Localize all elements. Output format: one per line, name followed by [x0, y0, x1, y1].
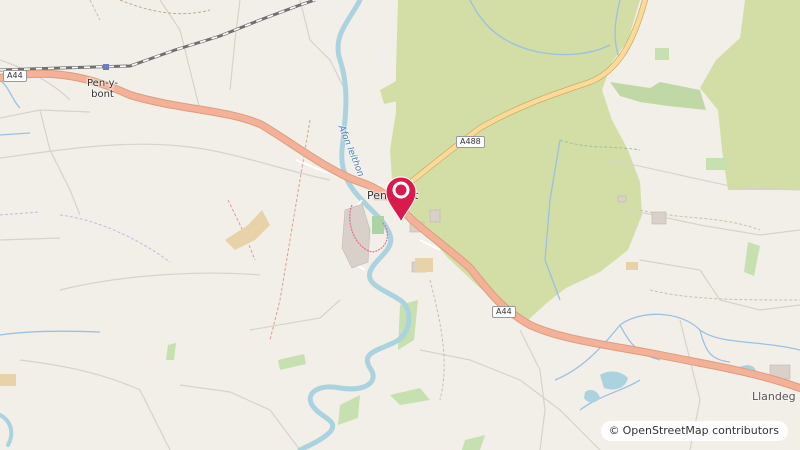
lake	[584, 390, 600, 403]
attribution-text[interactable]: OpenStreetMap contributors	[623, 424, 779, 437]
map-canvas[interactable]: Pen-y- bont Penybont Llandeg A44 A488 A4…	[0, 0, 800, 450]
place-label-line: bont	[91, 89, 114, 100]
field-patch	[338, 395, 360, 425]
forest-area	[380, 80, 402, 104]
location-pin-icon[interactable]	[383, 175, 419, 223]
field-patch	[462, 435, 485, 450]
field-patch	[744, 242, 760, 276]
station-icon	[103, 64, 109, 70]
road-shield-a44-east: A44	[492, 306, 516, 318]
field-patch	[706, 158, 728, 170]
railway	[0, 0, 316, 72]
place-label-line: Pen-y-	[87, 78, 118, 89]
field-patch	[390, 388, 430, 405]
road-shield-a488: A488	[456, 136, 485, 148]
lake	[600, 371, 628, 390]
place-label-pen-y-bont: Pen-y- bont	[87, 78, 118, 100]
field-patch	[166, 343, 176, 360]
field-patch	[655, 48, 669, 60]
copyright-symbol: ©	[608, 424, 620, 437]
map-attribution[interactable]: © OpenStreetMap contributors	[600, 421, 788, 441]
map-tiles	[0, 0, 800, 450]
road-shield-a44-west: A44	[3, 70, 27, 82]
place-label-llandegley: Llandeg	[752, 390, 796, 403]
forest-area	[610, 82, 706, 110]
field-patch	[278, 354, 306, 370]
